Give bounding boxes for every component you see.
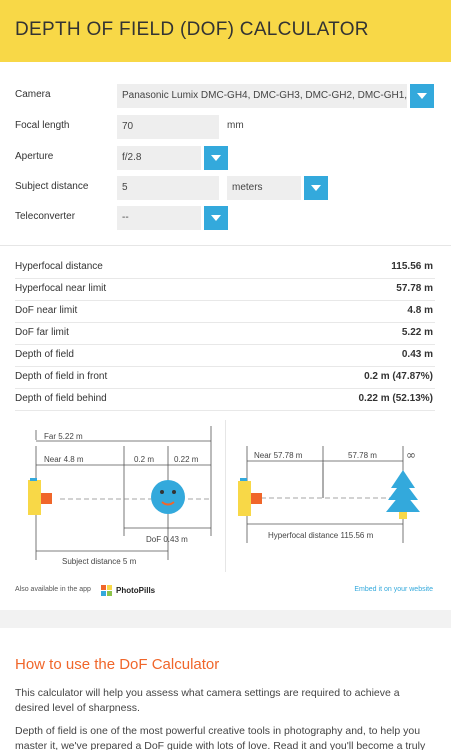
camera-select[interactable]: Panasonic Lumix DMC-GH4, DMC-GH3, DMC-GH… bbox=[117, 84, 407, 108]
result-row: Hyperfocal distance 115.56 m bbox=[15, 257, 435, 279]
header: DEPTH OF FIELD (DOF) CALCULATOR bbox=[0, 0, 451, 62]
distance-unit-dropdown-button[interactable] bbox=[304, 176, 328, 200]
focal-length-label: Focal length bbox=[15, 120, 70, 131]
focal-length-unit: mm bbox=[227, 120, 244, 131]
hyperfocal-near-label: Near 57.78 m bbox=[254, 451, 303, 460]
hyperfocal-distance-label: Hyperfocal distance 115.56 m bbox=[268, 531, 374, 540]
lens-icon bbox=[251, 493, 262, 504]
hyperfocal-diagram: Near 57.78 m 57.78 m ∞ Hyperfocal distan… bbox=[238, 446, 420, 543]
infinity-icon: ∞ bbox=[406, 448, 416, 462]
result-label: Depth of field bbox=[15, 349, 74, 360]
howto-paragraph: This calculator will help you assess wha… bbox=[15, 687, 400, 714]
result-value: 0.43 m bbox=[401, 349, 433, 360]
tree-icon bbox=[386, 470, 420, 519]
subject-distance-row: Subject distance 5 meters bbox=[15, 176, 435, 200]
divider bbox=[0, 245, 451, 246]
result-row: Depth of field behind 0.22 m (52.13%) bbox=[15, 389, 435, 411]
focal-length-row: Focal length 70 mm bbox=[15, 115, 435, 139]
camera-dropdown-button[interactable] bbox=[410, 84, 434, 108]
aperture-dropdown-button[interactable] bbox=[204, 146, 228, 170]
camera-icon bbox=[28, 480, 41, 515]
result-value: 0.2 m (47.87%) bbox=[364, 371, 433, 382]
howto-section: How to use the DoF Calculator This calcu… bbox=[0, 628, 451, 750]
teleconverter-label: Teleconverter bbox=[15, 211, 76, 222]
camera-row: Camera Panasonic Lumix DMC-GH4, DMC-GH3,… bbox=[15, 84, 435, 108]
behind-label: 0.22 m bbox=[174, 455, 199, 464]
subject-distance-input[interactable]: 5 bbox=[117, 176, 219, 200]
result-row: Hyperfocal near limit 57.78 m bbox=[15, 279, 435, 301]
howto-paragraph: Depth of field is one of the most powerf… bbox=[15, 725, 426, 750]
howto-title: How to use the DoF Calculator bbox=[15, 656, 220, 673]
aperture-label: Aperture bbox=[15, 151, 54, 162]
aperture-select[interactable]: f/2.8 bbox=[117, 146, 201, 170]
teleconverter-row: Teleconverter -- bbox=[15, 206, 435, 230]
result-row: DoF near limit 4.8 m bbox=[15, 301, 435, 323]
dof-label: DoF 0.43 m bbox=[146, 535, 188, 544]
result-value: 0.22 m (52.13%) bbox=[358, 393, 434, 404]
distance-unit-select[interactable]: meters bbox=[227, 176, 301, 200]
result-label: Depth of field behind bbox=[15, 393, 107, 404]
front-label: 0.2 m bbox=[134, 455, 154, 464]
far-label: Far 5.22 m bbox=[44, 432, 83, 441]
lens-icon bbox=[41, 493, 52, 504]
result-value: 115.56 m bbox=[391, 261, 433, 272]
embed-link[interactable]: Embed it on your website bbox=[354, 586, 433, 593]
near-label: Near 4.8 m bbox=[44, 455, 84, 464]
result-label: Depth of field in front bbox=[15, 371, 108, 382]
result-label: DoF far limit bbox=[15, 327, 69, 338]
subject-icon bbox=[151, 480, 185, 514]
teleconverter-dropdown-button[interactable] bbox=[204, 206, 228, 230]
teleconverter-select[interactable]: -- bbox=[117, 206, 201, 230]
available-text: Also available in the app bbox=[15, 586, 91, 593]
result-value: 5.22 m bbox=[401, 327, 433, 338]
result-value: 57.78 m bbox=[396, 283, 433, 294]
result-row: DoF far limit 5.22 m bbox=[15, 323, 435, 345]
chevron-down-icon bbox=[417, 93, 427, 99]
dof-diagram: Far 5.22 m Near 4.8 m 0.2 m 0.22 m DoF 0… bbox=[28, 426, 212, 566]
subject-distance-label: Subject distance bbox=[15, 181, 89, 192]
aperture-row: Aperture f/2.8 bbox=[15, 146, 435, 170]
photopills-link[interactable]: PhotoPills bbox=[116, 586, 155, 595]
result-row: Depth of field 0.43 m bbox=[15, 345, 435, 367]
chevron-down-icon bbox=[211, 215, 221, 221]
photopills-logo-icon[interactable] bbox=[101, 585, 113, 597]
result-label: Hyperfocal near limit bbox=[15, 283, 107, 294]
camera-label: Camera bbox=[15, 89, 51, 100]
chevron-down-icon bbox=[311, 185, 321, 191]
result-value: 4.8 m bbox=[407, 305, 433, 316]
focal-length-input[interactable]: 70 bbox=[117, 115, 219, 139]
camera-icon bbox=[238, 481, 251, 516]
result-row: Depth of field in front 0.2 m (47.87%) bbox=[15, 367, 435, 389]
result-label: Hyperfocal distance bbox=[15, 261, 103, 272]
subject-distance-diagram-label: Subject distance 5 m bbox=[62, 557, 137, 566]
result-label: DoF near limit bbox=[15, 305, 78, 316]
chevron-down-icon bbox=[211, 155, 221, 161]
hyperfocal-mid-label: 57.78 m bbox=[348, 451, 377, 460]
page-title: DEPTH OF FIELD (DOF) CALCULATOR bbox=[15, 19, 369, 40]
